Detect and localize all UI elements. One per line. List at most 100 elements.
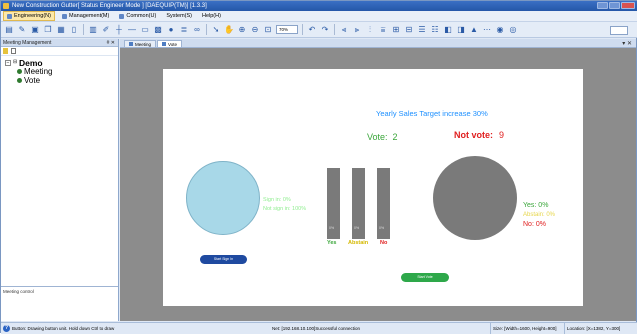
brush-icon[interactable]: ✐ — [101, 25, 111, 35]
pan-icon[interactable]: ✋ — [224, 25, 234, 35]
menu-label: Management(M) — [69, 13, 110, 19]
same-width-icon[interactable]: ☰ — [417, 25, 427, 35]
new-document-icon[interactable] — [11, 48, 16, 54]
connection-status: Net: [192.168.10.100]Successful connecti… — [272, 326, 361, 331]
zoom-out-icon[interactable]: ⊖ — [250, 25, 260, 35]
yes-bar-percent: 0% — [329, 226, 335, 230]
delete-icon[interactable]: ▥ — [88, 25, 98, 35]
not-sign-in-percent: Not sign in: 100% — [263, 206, 307, 212]
meeting-management-panel: Meeting Management # ✕ − ⊟ Demo Meeting … — [1, 39, 119, 321]
layers-icon[interactable]: ≣ — [179, 25, 189, 35]
circle-icon[interactable]: ● — [166, 25, 176, 35]
edit-icon[interactable]: ✎ — [17, 25, 27, 35]
close-button[interactable] — [621, 2, 635, 9]
tab-meeting[interactable]: Meeting — [124, 40, 157, 47]
meeting-tree: − ⊟ Demo Meeting Vote — [1, 56, 118, 85]
toolbar-separator — [206, 24, 207, 35]
tree-item-label: Vote — [24, 76, 41, 85]
line-style-icon[interactable]: ⋯ — [482, 25, 492, 35]
horizontal-line-icon[interactable]: — — [127, 25, 137, 35]
engineering-icon — [7, 13, 12, 19]
panel-tools — [1, 47, 118, 56]
not-vote-count: 9 — [499, 130, 505, 140]
abstain-bar-label: Abstain — [348, 240, 369, 246]
menu-management[interactable]: Management(M) — [59, 12, 112, 20]
tree-root-label: Demo — [19, 57, 43, 68]
rectangle-icon[interactable]: ▭ — [140, 25, 150, 35]
leaf-icon — [17, 69, 22, 74]
start-sign-in-button[interactable]: Start Sign In — [200, 255, 247, 264]
document-tabs: Meeting Vote ▾ ✕ — [120, 39, 636, 48]
align-left-icon[interactable]: ⫷ — [339, 25, 349, 35]
menu-bar: Engineering(N) Management(M) Common(U) S… — [1, 11, 637, 22]
tree-root[interactable]: − ⊟ Demo — [5, 57, 118, 68]
tab-vote[interactable]: Vote — [157, 40, 183, 47]
open-icon[interactable]: ▤ — [4, 25, 14, 35]
close-tab-icon[interactable]: ▾ ✕ — [622, 40, 632, 47]
menu-label: Common(U) — [126, 13, 157, 19]
menu-label: Help(H) — [201, 13, 221, 19]
menu-engineering[interactable]: Engineering(N) — [3, 11, 55, 21]
vertical-line-icon[interactable]: ┼ — [114, 25, 124, 35]
menu-common[interactable]: Common(U) — [116, 12, 159, 20]
new-page-icon[interactable]: ▯ — [69, 25, 79, 35]
ungroup-icon[interactable]: ◨ — [456, 25, 466, 35]
play-icon[interactable]: ◉ — [495, 25, 505, 35]
status-bar: ? Button: Drawing button unit. Hold down… — [1, 322, 637, 334]
redo-icon[interactable]: ↷ — [320, 25, 330, 35]
maximize-button[interactable] — [609, 2, 620, 9]
collapse-icon[interactable]: ⊟ — [13, 59, 17, 66]
app-window: New Construction Gutter[ Status Engineer… — [0, 0, 637, 334]
align-top-icon[interactable]: ⩸ — [378, 25, 388, 35]
panel-title: Meeting Management — [3, 40, 52, 46]
help-icon: ? — [3, 325, 10, 332]
lock-icon[interactable] — [3, 48, 8, 54]
start-vote-button[interactable]: Start Vote — [401, 273, 449, 282]
align-center-icon[interactable]: ⫸ — [352, 25, 362, 35]
document-area: Meeting Vote ▾ ✕ Yearly Sales Target inc… — [120, 39, 636, 321]
tree-item-meeting[interactable]: Meeting — [5, 67, 118, 76]
pin-close-icon[interactable]: # ✕ — [107, 39, 115, 47]
not-vote-count-label: Not vote: 9 — [454, 130, 504, 140]
grid-icon[interactable]: ▩ — [153, 25, 163, 35]
window-controls — [597, 2, 635, 9]
common-icon — [119, 13, 125, 19]
copy-icon[interactable]: ❐ — [43, 25, 53, 35]
result-no: No: 0% — [523, 221, 546, 228]
pointer-icon[interactable]: ➘ — [211, 25, 221, 35]
meeting-control-label: Meeting control — [3, 289, 34, 294]
vote-count-label: Vote: 2 — [367, 132, 398, 142]
menu-help[interactable]: Help(H) — [199, 12, 224, 20]
zoom-in-icon[interactable]: ⊕ — [237, 25, 247, 35]
zoom-select[interactable]: 70% — [276, 25, 298, 34]
no-bar-label: No — [380, 240, 388, 246]
minimize-button[interactable] — [597, 2, 608, 9]
status-hint-text: Button: Drawing button unit. Hold down C… — [12, 326, 115, 331]
link-icon[interactable]: ∞ — [192, 25, 202, 35]
tab-label: Meeting — [135, 41, 152, 47]
cursor-location: Location: [X=1382, Y=300] — [564, 323, 620, 334]
canvas-size: Size: [Width=1600, Height=900] — [490, 323, 557, 334]
fill-icon[interactable]: ▲ — [469, 25, 479, 35]
result-yes: Yes: 0% — [523, 202, 549, 209]
toolbar-dropdown[interactable] — [610, 26, 628, 35]
status-hint: ? Button: Drawing button unit. Hold down… — [3, 323, 114, 334]
menu-system[interactable]: System(S) — [163, 12, 195, 20]
paste-icon[interactable]: ▦ — [56, 25, 66, 35]
distribute-v-icon[interactable]: ⊟ — [404, 25, 414, 35]
toolbar-separator — [83, 24, 84, 35]
collapse-icon[interactable]: − — [5, 59, 11, 66]
page-icon — [162, 42, 167, 46]
zoom-fit-icon[interactable]: ⊡ — [263, 25, 273, 35]
tree-item-vote[interactable]: Vote — [5, 76, 118, 85]
save-icon[interactable]: ▣ — [30, 25, 40, 35]
window-title: New Construction Gutter[ Status Engineer… — [12, 3, 207, 9]
undo-icon[interactable]: ↶ — [307, 25, 317, 35]
align-right-icon[interactable]: ⫶ — [365, 25, 375, 35]
distribute-h-icon[interactable]: ⊞ — [391, 25, 401, 35]
group-icon[interactable]: ◧ — [443, 25, 453, 35]
stop-icon[interactable]: ◎ — [508, 25, 518, 35]
vote-slide: Yearly Sales Target increase 30% Vote: 2 … — [163, 69, 583, 306]
management-icon — [62, 13, 67, 19]
same-height-icon[interactable]: ☷ — [430, 25, 440, 35]
